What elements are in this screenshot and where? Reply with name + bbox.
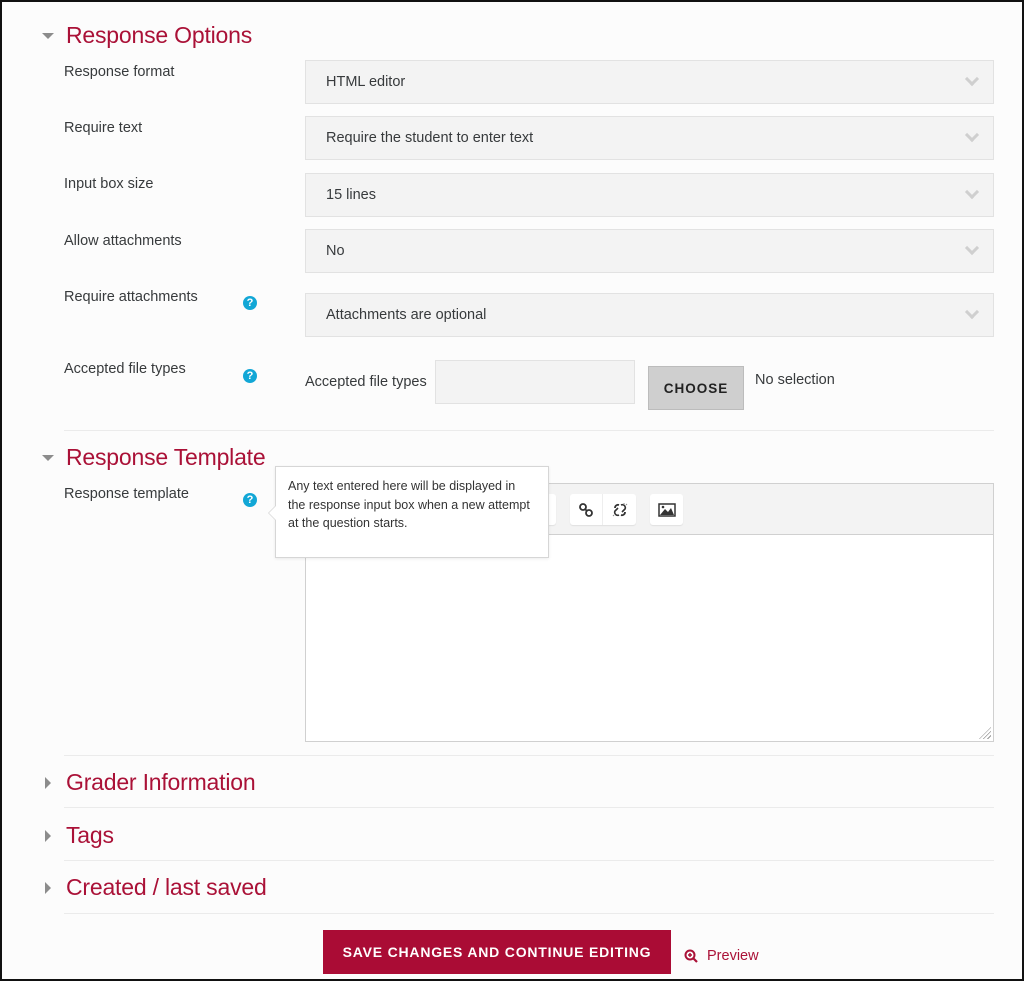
input-box-size-select[interactable]: 15 lines (305, 173, 994, 217)
response-format-label: Response format (64, 64, 175, 80)
unlink-icon[interactable] (603, 494, 636, 525)
selected-value: No (326, 243, 345, 259)
accepted-file-types-inner-label: Accepted file types (305, 374, 427, 390)
caret-down-icon[interactable] (42, 32, 54, 39)
preview-label: Preview (707, 948, 759, 964)
response-template-label: Response template (64, 486, 189, 502)
section-grader-information[interactable]: Grader Information (40, 769, 256, 796)
chevron-down-icon (964, 304, 980, 320)
section-divider (64, 913, 994, 914)
section-response-template[interactable]: Response Template (40, 444, 266, 471)
chevron-down-icon (964, 71, 980, 87)
section-title[interactable]: Grader Information (66, 769, 256, 796)
preview-link[interactable]: Preview (684, 948, 759, 964)
require-text-select[interactable]: Require the student to enter text (305, 116, 994, 160)
section-title[interactable]: Created / last saved (66, 874, 267, 901)
section-title[interactable]: Response Template (66, 444, 266, 471)
section-tags[interactable]: Tags (40, 822, 114, 849)
chevron-down-icon (964, 240, 980, 256)
input-box-size-label: Input box size (64, 176, 154, 192)
caret-right-icon[interactable] (45, 881, 51, 894)
choose-button[interactable]: CHOOSE (648, 366, 744, 410)
toolbar-group-links (570, 494, 636, 525)
response-format-select[interactable]: HTML editor (305, 60, 994, 104)
help-tooltip: Any text entered here will be displayed … (268, 466, 549, 558)
help-icon[interactable]: ? (243, 369, 257, 383)
section-title[interactable]: Response Options (66, 22, 252, 49)
toolbar-group-media (650, 494, 683, 525)
require-text-label: Require text (64, 120, 143, 136)
section-response-options[interactable]: Response Options (40, 22, 252, 49)
section-divider (64, 755, 994, 756)
selection-status: No selection (755, 372, 835, 388)
caret-right-icon[interactable] (45, 776, 51, 789)
accepted-file-types-input[interactable] (435, 360, 635, 404)
selected-value: Attachments are optional (326, 307, 487, 323)
save-and-continue-button[interactable]: SAVE CHANGES AND CONTINUE EDITING (323, 930, 671, 974)
selected-value: HTML editor (326, 74, 406, 90)
image-icon[interactable] (650, 494, 683, 525)
require-attachments-select[interactable]: Attachments are optional (305, 293, 994, 337)
caret-right-icon[interactable] (45, 829, 51, 842)
allow-attachments-label: Allow attachments (64, 233, 182, 249)
section-title[interactable]: Tags (66, 822, 114, 849)
accepted-file-types-label: Accepted file types (64, 361, 186, 377)
selected-value: Require the student to enter text (326, 130, 534, 146)
link-icon[interactable] (570, 494, 603, 525)
caret-down-icon[interactable] (42, 454, 54, 461)
help-icon[interactable]: ? (243, 493, 257, 507)
selected-value: 15 lines (326, 187, 376, 203)
editor-content-area[interactable] (306, 535, 993, 741)
help-icon[interactable]: ? (243, 296, 257, 310)
section-created-last-saved[interactable]: Created / last saved (40, 874, 267, 901)
allow-attachments-select[interactable]: No (305, 229, 994, 273)
require-attachments-label: Require attachments (64, 289, 198, 305)
zoom-in-icon (684, 949, 698, 963)
section-divider (64, 430, 994, 431)
section-divider (64, 860, 994, 861)
section-divider (64, 807, 994, 808)
chevron-down-icon (964, 184, 980, 200)
chevron-down-icon (964, 127, 980, 143)
